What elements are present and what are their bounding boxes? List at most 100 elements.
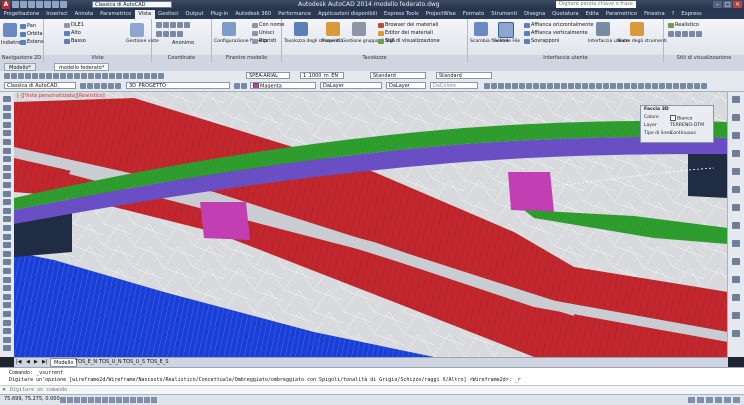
print-icon[interactable] bbox=[44, 1, 51, 8]
menu-item[interactable]: Express bbox=[678, 10, 705, 19]
tool-w-icon[interactable] bbox=[638, 83, 644, 89]
materials-editor-button[interactable]: Editor dei materiali bbox=[378, 30, 433, 36]
undo-icon[interactable] bbox=[52, 1, 59, 8]
coordinates-readout[interactable]: 75.699, 75.275, 0.000 bbox=[4, 396, 60, 402]
autocad-logo-icon[interactable]: A bbox=[2, 1, 10, 9]
named-viewports-button[interactable]: Con nome bbox=[252, 22, 284, 28]
tool-ac-icon[interactable] bbox=[680, 83, 686, 89]
color-select[interactable]: Magenta bbox=[250, 82, 316, 89]
tile-horizontal-button[interactable]: Affianca orizzontalmente bbox=[524, 22, 593, 28]
draw-tool-icon[interactable] bbox=[3, 216, 11, 223]
draw-tool-icon[interactable] bbox=[3, 207, 11, 214]
nav-tool-icon[interactable] bbox=[732, 312, 740, 319]
materials-browser-button[interactable]: Browser dei materiali bbox=[378, 22, 438, 28]
open-icon[interactable] bbox=[20, 1, 27, 8]
shadow-icon[interactable] bbox=[668, 31, 674, 37]
search-input[interactable]: Digitare parola chiave o frase bbox=[556, 1, 636, 8]
toolbars-button[interactable]: Barre degli strumenti bbox=[618, 39, 667, 44]
render-icon[interactable] bbox=[689, 31, 695, 37]
grid-icon[interactable] bbox=[67, 397, 73, 403]
zoom-icon[interactable] bbox=[95, 73, 101, 79]
zoom-previous-icon[interactable] bbox=[109, 73, 115, 79]
draw-tool-icon[interactable] bbox=[3, 113, 11, 120]
nav-tool-icon[interactable] bbox=[732, 132, 740, 139]
layer-properties-icon[interactable] bbox=[80, 83, 86, 89]
ucs-icon[interactable] bbox=[156, 22, 162, 28]
view-bottom[interactable]: Basso bbox=[64, 38, 86, 44]
visual-style-select[interactable]: Realistico bbox=[668, 22, 699, 28]
ortho-icon[interactable] bbox=[74, 397, 80, 403]
preview-icon[interactable] bbox=[32, 73, 38, 79]
lights-icon[interactable] bbox=[675, 31, 681, 37]
make-current-icon[interactable] bbox=[234, 83, 240, 89]
menu-item[interactable]: Progettazione bbox=[0, 10, 43, 19]
am-icon[interactable] bbox=[151, 397, 157, 403]
user-interface-icon[interactable] bbox=[596, 22, 610, 36]
zoom-window-icon[interactable] bbox=[102, 73, 108, 79]
menu-item[interactable]: Quotatura bbox=[549, 10, 582, 19]
draw-tool-icon[interactable] bbox=[3, 345, 11, 352]
draw-tool-icon[interactable] bbox=[3, 336, 11, 343]
viewport-label[interactable]: [-][Vista personalizzata][Realistico] bbox=[17, 93, 105, 99]
redo-icon[interactable] bbox=[60, 1, 67, 8]
draw-tool-icon[interactable] bbox=[3, 276, 11, 283]
draw-tool-icon[interactable] bbox=[3, 328, 11, 335]
draw-tool-icon[interactable] bbox=[3, 293, 11, 300]
tool-b-icon[interactable] bbox=[491, 83, 497, 89]
tool-e-icon[interactable] bbox=[512, 83, 518, 89]
tool-a-icon[interactable] bbox=[484, 83, 490, 89]
tool-n-icon[interactable] bbox=[575, 83, 581, 89]
menu-item[interactable]: ? bbox=[668, 10, 678, 19]
layer-previous-icon[interactable] bbox=[241, 83, 247, 89]
lock-icon[interactable] bbox=[724, 397, 731, 403]
ucs-face-icon[interactable] bbox=[177, 31, 183, 37]
back-icon[interactable] bbox=[3, 23, 17, 37]
match-icon[interactable] bbox=[67, 73, 73, 79]
toolbars-icon[interactable] bbox=[630, 22, 644, 36]
menu-item[interactable]: Applicazioni disponibili bbox=[315, 10, 381, 19]
dim-style-select[interactable]: 1_1000_m_EN bbox=[300, 72, 344, 79]
draw-tool-icon[interactable] bbox=[3, 190, 11, 197]
menu-item[interactable]: Express Tools bbox=[381, 10, 423, 19]
maximize-icon[interactable]: □ bbox=[723, 1, 732, 8]
ducs-icon[interactable] bbox=[109, 397, 115, 403]
snap-icon[interactable] bbox=[60, 397, 66, 403]
ucs-y-icon[interactable] bbox=[177, 22, 183, 28]
tool-r-icon[interactable] bbox=[603, 83, 609, 89]
osnap-icon[interactable] bbox=[88, 397, 94, 403]
nav-tool-icon[interactable] bbox=[732, 240, 740, 247]
draw-tool-icon[interactable] bbox=[3, 96, 11, 102]
tool-g-icon[interactable] bbox=[526, 83, 532, 89]
nav-tool-icon[interactable] bbox=[732, 114, 740, 121]
lwt-icon[interactable] bbox=[123, 397, 129, 403]
nav-tool-icon[interactable] bbox=[732, 330, 740, 337]
table-style-select[interactable]: Standard bbox=[370, 72, 426, 79]
tool-d-icon[interactable] bbox=[505, 83, 511, 89]
tool-af-icon[interactable] bbox=[701, 83, 707, 89]
3d-osnap-icon[interactable] bbox=[95, 397, 101, 403]
mleader-style-select[interactable]: Standard bbox=[436, 72, 492, 79]
ucs-world-icon[interactable] bbox=[163, 22, 169, 28]
menu-item[interactable]: Disegna bbox=[521, 10, 549, 19]
draw-tool-icon[interactable] bbox=[3, 259, 11, 266]
draw-tool-icon[interactable] bbox=[3, 182, 11, 188]
file-tabs-icon[interactable] bbox=[498, 22, 514, 38]
layer-on-icon[interactable] bbox=[94, 83, 100, 89]
model-viewport[interactable]: [-][Vista personalizzata][Realistico] bbox=[14, 92, 728, 357]
tool-h-icon[interactable] bbox=[533, 83, 539, 89]
draw-tool-icon[interactable] bbox=[3, 311, 11, 317]
draw-tool-icon[interactable] bbox=[3, 268, 11, 274]
save-icon[interactable] bbox=[18, 73, 24, 79]
tool-palette-icon[interactable] bbox=[294, 22, 308, 36]
tool-ae-icon[interactable] bbox=[694, 83, 700, 89]
paste-icon[interactable] bbox=[60, 73, 66, 79]
ucs-named-select[interactable]: Anonimo bbox=[172, 40, 194, 46]
otrack-icon[interactable] bbox=[102, 397, 108, 403]
draw-tool-icon[interactable] bbox=[3, 139, 11, 145]
sheet-set-icon[interactable] bbox=[137, 73, 143, 79]
publish-icon[interactable] bbox=[39, 73, 45, 79]
last-layout-icon[interactable]: ▶| bbox=[42, 359, 48, 365]
nav-tool-icon[interactable] bbox=[732, 96, 740, 103]
print-icon[interactable] bbox=[25, 73, 31, 79]
layer-select[interactable]: 3D_PROGETTO bbox=[126, 82, 230, 89]
